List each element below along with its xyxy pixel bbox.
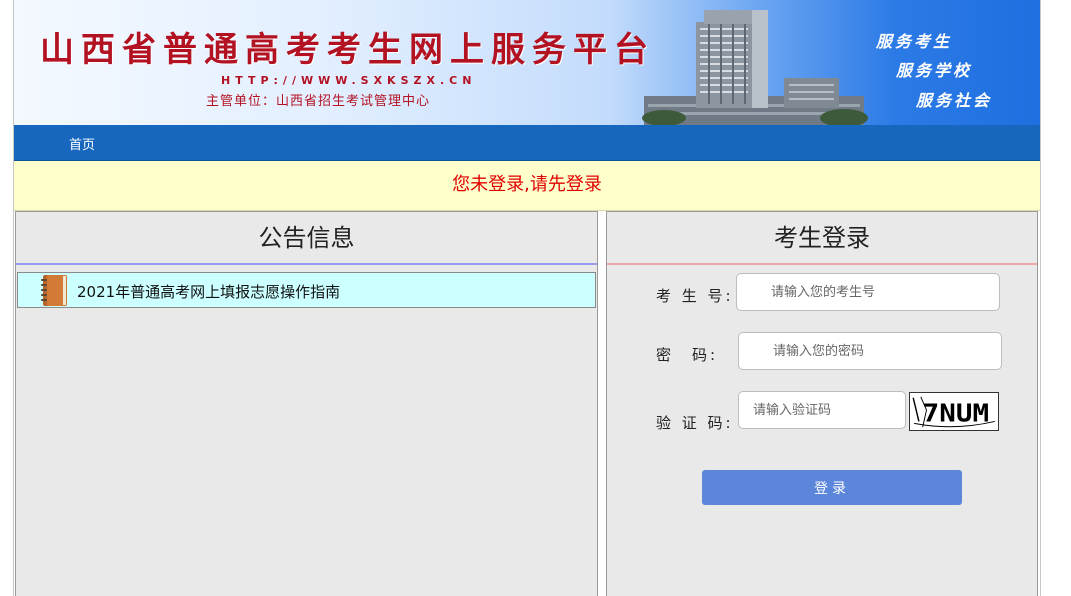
- captcha-input[interactable]: [738, 391, 906, 429]
- book-icon: [41, 275, 67, 306]
- slogan-serve-students: 服务考生: [876, 32, 953, 51]
- login-required-notice: 您未登录,请先登录: [14, 161, 1040, 211]
- student-id-label: 考 生 号:: [656, 287, 734, 305]
- password-input[interactable]: [738, 332, 1002, 370]
- nav-bar: 首页: [14, 125, 1040, 161]
- announcement-title: 2021年普通高考网上填报志愿操作指南: [77, 283, 341, 301]
- login-panel: 考生登录 考 生 号: 密 码: 验 证 码: 7NUM 登录: [606, 211, 1038, 596]
- login-title: 考生登录: [607, 212, 1037, 265]
- site-url: HTTP://WWW.SXKSZX.CN: [221, 74, 477, 87]
- login-button[interactable]: 登录: [702, 470, 962, 505]
- nav-home-link[interactable]: 首页: [69, 134, 95, 153]
- captcha-text: 7NUM: [923, 398, 989, 427]
- building-image: [642, 10, 868, 125]
- password-label: 密 码:: [656, 346, 719, 364]
- slogan-serve-schools: 服务学校: [896, 61, 973, 80]
- announcements-title: 公告信息: [16, 212, 597, 265]
- captcha-image[interactable]: 7NUM: [909, 392, 999, 431]
- site-title: 山西省普通高考考生网上服务平台: [40, 30, 655, 70]
- slogan-serve-society: 服务社会: [916, 91, 993, 110]
- captcha-label: 验 证 码:: [656, 414, 734, 432]
- announcement-item[interactable]: 2021年普通高考网上填报志愿操作指南: [17, 272, 596, 308]
- header-banner: 山西省普通高考考生网上服务平台 HTTP://WWW.SXKSZX.CN 主管单…: [14, 0, 1040, 125]
- announcements-panel: 公告信息 2021年普通高考网上填报志愿操作指南: [15, 211, 598, 596]
- site-organizer: 主管单位：山西省招生考试管理中心: [206, 94, 431, 109]
- page-container: 山西省普通高考考生网上服务平台 HTTP://WWW.SXKSZX.CN 主管单…: [13, 0, 1041, 596]
- student-id-input[interactable]: [736, 273, 1000, 311]
